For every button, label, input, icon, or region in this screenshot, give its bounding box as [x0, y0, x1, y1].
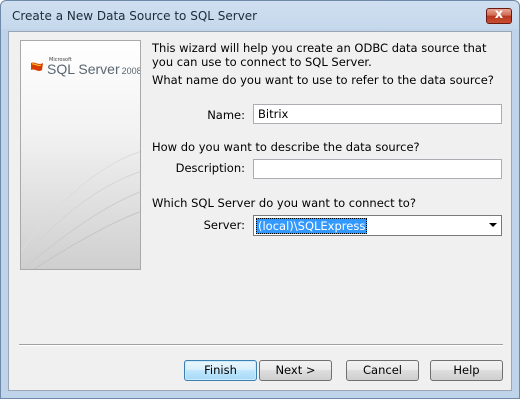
close-icon: x — [494, 7, 504, 22]
description-input[interactable] — [253, 159, 502, 179]
description-label: Description: — [175, 161, 245, 175]
server-selected-value: (local)\SQLExpress — [256, 218, 368, 234]
help-button[interactable]: Help — [430, 360, 503, 381]
name-label: Name: — [207, 108, 245, 122]
window-title: Create a New Data Source to SQL Server — [12, 9, 258, 23]
close-button[interactable]: x — [486, 7, 512, 24]
banner-swoosh-graphic — [21, 151, 140, 269]
server-question: Which SQL Server do you want to connect … — [152, 196, 416, 210]
logo-year: 2008 — [121, 66, 141, 76]
server-combobox[interactable]: (local)\SQLExpress — [253, 215, 502, 236]
dialog-client-area: Microsoft SQL Server 2008 This wizard wil… — [8, 31, 512, 391]
logo-sql-server: SQL Server — [47, 61, 120, 77]
intro-text: This wizard will help you create an ODBC… — [152, 41, 487, 69]
server-label: Server: — [203, 218, 245, 232]
separator — [19, 344, 503, 346]
chevron-down-icon[interactable] — [489, 223, 497, 227]
name-input[interactable]: Bitrix — [253, 104, 502, 124]
sql-server-flag-icon — [31, 62, 43, 71]
description-question: How do you want to describe the data sou… — [152, 140, 420, 154]
sql-server-banner: Microsoft SQL Server 2008 — [20, 40, 141, 270]
next-button[interactable]: Next > — [259, 360, 332, 381]
title-bar[interactable]: Create a New Data Source to SQL Server x — [1, 1, 519, 31]
name-question: What name do you want to use to refer to… — [152, 73, 494, 87]
dialog-window: Create a New Data Source to SQL Server x… — [0, 0, 520, 399]
cancel-button[interactable]: Cancel — [346, 360, 419, 381]
logo-product-name: SQL Server 2008 — [47, 61, 141, 77]
finish-button[interactable]: Finish — [184, 360, 257, 381]
